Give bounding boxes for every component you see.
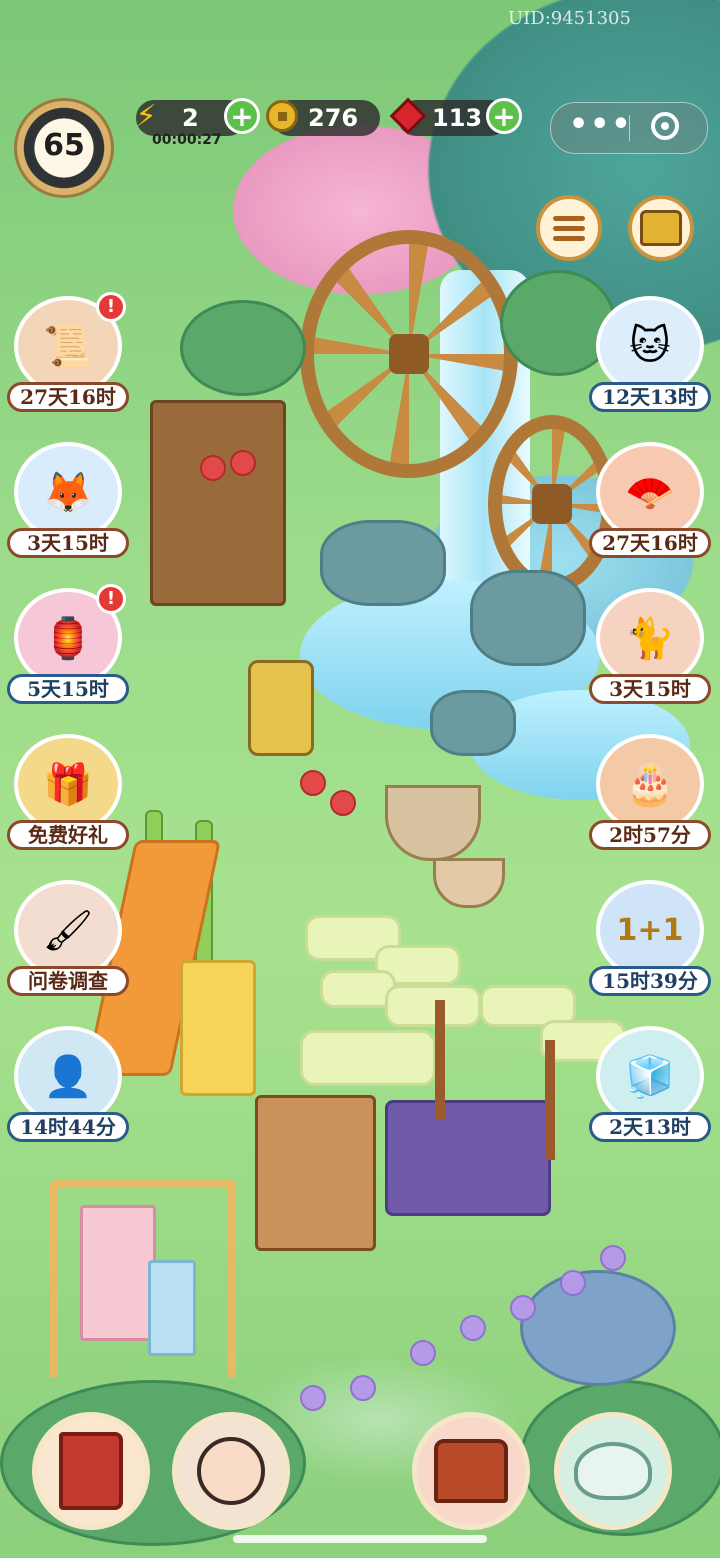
plus-one-icon: 1+1 (596, 880, 704, 980)
blue-towel (148, 1260, 196, 1356)
journal-book-button[interactable] (32, 1412, 150, 1530)
coin-icon (262, 96, 302, 136)
lightning-icon: ⚡ (135, 98, 157, 134)
left-event-1[interactable]: 📜 ! 27天16时 (4, 292, 132, 426)
left-event-2[interactable]: 🦊 3天15时 (4, 442, 132, 572)
stall-pole (435, 1000, 445, 1120)
purple-flower (350, 1375, 376, 1401)
rock (430, 690, 516, 756)
energy-value: 2 (182, 104, 199, 132)
capsule-divider (629, 115, 630, 141)
event-timer-label: 27天16时 (7, 382, 129, 412)
ruby-icon (388, 96, 428, 136)
event-timer-label: 3天15时 (7, 528, 129, 558)
bush (180, 300, 306, 396)
character-icon: 👤 (14, 1026, 122, 1126)
home-indicator[interactable] (233, 1535, 487, 1543)
add-energy-button[interactable]: + (224, 98, 260, 134)
flower-stand[interactable] (150, 400, 286, 606)
red-flower (300, 770, 326, 796)
alert-badge: ! (96, 292, 126, 322)
water-wheel-large[interactable] (300, 230, 518, 478)
coins-value: 276 (308, 104, 359, 132)
gems-value: 113 (432, 104, 483, 132)
tool-rack[interactable] (255, 1095, 376, 1251)
event-timer-label: 3天15时 (589, 674, 711, 704)
teapot-icon (574, 1442, 652, 1500)
free-gift-label: 免费好礼 (7, 820, 129, 850)
player-level-badge[interactable]: 65 (14, 98, 114, 198)
cat-cloud-icon: 🐱 (596, 296, 704, 396)
gems-pill[interactable]: 113 + (389, 97, 522, 136)
energy-pill[interactable]: ⚡ 2 + (135, 98, 260, 136)
market-stall[interactable] (385, 1100, 551, 1216)
red-flower (330, 790, 356, 816)
path-stone (300, 1030, 436, 1086)
survey-icon: 🖌 (14, 880, 122, 980)
event-timer-label: 2时57分 (589, 820, 711, 850)
event-timer-label: 2天13时 (589, 1112, 711, 1142)
event-timer-label: 14时44分 (7, 1112, 129, 1142)
left-event-4[interactable]: 🎁 免费好礼 (4, 734, 132, 864)
blue-tree (520, 1270, 676, 1386)
treasure-chest-button[interactable] (628, 195, 694, 261)
shop-building-icon (434, 1439, 508, 1503)
level-number: 65 (43, 127, 85, 163)
right-event-6[interactable]: 🧊 2天13时 (586, 1026, 714, 1156)
pink-towel (80, 1205, 156, 1341)
right-event-2[interactable]: 🪭 27天16时 (586, 442, 714, 572)
gift-box-icon: 🧊 (596, 1026, 704, 1126)
book-icon (59, 1432, 123, 1510)
list-icon (553, 211, 585, 246)
event-timer-label: 15时39分 (589, 966, 711, 996)
stove[interactable] (248, 660, 314, 756)
mini-program-capsule: ••• (550, 102, 708, 154)
characters-button[interactable] (172, 1412, 290, 1530)
right-event-3[interactable]: 🐈 3天15时 (586, 588, 714, 718)
uid-label: UID:9451305 (508, 8, 631, 29)
task-list-button[interactable] (536, 195, 602, 261)
purple-flower (510, 1295, 536, 1321)
rock (320, 520, 446, 606)
left-event-3[interactable]: 🏮 ! 5天15时 (4, 584, 132, 718)
survey-label: 问卷调查 (7, 966, 129, 996)
event-timer-label: 5天15时 (7, 674, 129, 704)
path-stone (385, 985, 481, 1027)
left-event-6[interactable]: 👤 14时44分 (4, 1026, 132, 1156)
right-event-5[interactable]: 1+1 15时39分 (586, 880, 714, 1010)
character-portrait-icon (197, 1437, 265, 1505)
alert-badge: ! (96, 584, 126, 614)
rock (470, 570, 586, 666)
cat-fan-icon: 🐈 (596, 588, 704, 688)
purple-flower (410, 1340, 436, 1366)
event-timer-label: 12天13时 (589, 382, 711, 412)
purple-flower (300, 1385, 326, 1411)
right-event-1[interactable]: 🐱 12天13时 (586, 296, 714, 426)
add-gems-button[interactable]: + (486, 98, 522, 134)
yellow-cloth[interactable] (180, 960, 256, 1096)
event-timer-label: 27天16时 (589, 528, 711, 558)
red-flower (200, 455, 226, 481)
teapot-button[interactable] (554, 1412, 672, 1530)
red-flower (230, 450, 256, 476)
stall-pole (545, 1040, 555, 1160)
cake-icon: 🎂 (596, 734, 704, 834)
coins-pill[interactable]: 276 (266, 100, 380, 136)
right-event-4[interactable]: 🎂 2时57分 (586, 734, 714, 864)
chest-icon (640, 210, 682, 246)
more-icon[interactable]: ••• (569, 107, 633, 142)
gift-icon: 🎁 (14, 734, 122, 834)
fox-icon: 🦊 (14, 442, 122, 542)
shop-button[interactable] (412, 1412, 530, 1530)
left-event-5[interactable]: 🖌 问卷调查 (4, 880, 132, 1010)
purple-flower (560, 1270, 586, 1296)
close-mini-program-icon[interactable] (651, 112, 679, 140)
energy-timer: 00:00:27 (152, 132, 222, 148)
purple-flower (460, 1315, 486, 1341)
purple-flower (600, 1245, 626, 1271)
fan-icon: 🪭 (596, 442, 704, 542)
